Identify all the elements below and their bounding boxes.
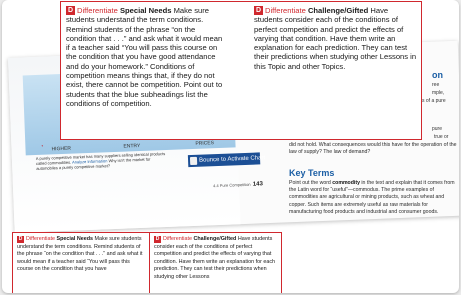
discussion-question: did not hold. What consequences would th… [289, 142, 457, 156]
special-needs-heading: Special Needs [56, 236, 94, 242]
challenge-gifted-heading: Challenge/Gifted [193, 236, 237, 242]
special-needs-heading: Special Needs [119, 6, 172, 15]
differentiate-badge: D [254, 6, 263, 15]
text-fragment: s of a pure [422, 98, 446, 104]
key-terms-heading: Key Terms [289, 168, 335, 178]
text-fragment: true or [434, 134, 449, 140]
special-needs-note: D Differentiate Special Needs Make sure s… [66, 6, 226, 108]
special-needs-box-bottom: D Differentiate Special Needs Make sure s… [12, 232, 150, 293]
bounce-icon [189, 156, 198, 166]
special-needs-text: Make sure students understand the term c… [66, 6, 223, 108]
differentiate-label: Differentiate [77, 6, 118, 15]
special-needs-note-bottom: D Differentiate Special Needs Make sure s… [17, 236, 147, 274]
key-term-commodity: commodity [332, 180, 360, 186]
chart-tab-prices: PRICES [195, 140, 215, 147]
challenge-gifted-note: D Differentiate Challenge/Gifted Have stu… [254, 6, 418, 71]
differentiate-badge: D [66, 6, 75, 15]
challenge-gifted-note-bottom: D Differentiate Challenge/Gifted Have stu… [154, 236, 279, 281]
differentiate-callout: D Differentiate Special Needs Make sure s… [60, 1, 422, 140]
section-heading-fragment: on [432, 70, 443, 80]
text-fragment: ree [432, 82, 440, 88]
page-footer: 4.4 Pure Competition 143 [213, 181, 263, 189]
bounce-label: Bounce to Activate Chart [198, 155, 266, 164]
challenge-gifted-box-bottom: D Differentiate Challenge/Gifted Have stu… [149, 232, 282, 293]
bounce-to-activate-chart-button[interactable]: Bounce to Activate Chart [187, 152, 265, 168]
key-terms-body: Point out the word commodity in the text… [289, 180, 459, 216]
differentiate-label: Differentiate [163, 236, 192, 242]
teacher-edition-page: ‚ HIGHER ENTRY PRICES A purely competiti… [2, 0, 459, 293]
chart-tab-entry: ENTRY [123, 142, 141, 150]
page-label: 4.4 Pure Competition [212, 181, 251, 189]
text-fragment: mple, [432, 90, 445, 96]
differentiate-badge: D [17, 236, 24, 243]
challenge-gifted-text: Have students consider each of the condi… [154, 236, 276, 280]
key-terms-intro: Point out the word [289, 180, 331, 186]
differentiate-label: Differentiate [265, 6, 306, 15]
chart-marker: ‚ [41, 141, 44, 148]
challenge-gifted-text: Have students consider each of the condi… [254, 6, 417, 71]
text-fragment: pure [432, 126, 443, 132]
challenge-gifted-heading: Challenge/Gifted [307, 6, 369, 15]
differentiate-badge: D [154, 236, 161, 243]
page-number: 143 [252, 181, 263, 188]
chart-tab-higher: HIGHER [51, 145, 72, 153]
differentiate-label: Differentiate [26, 236, 55, 242]
